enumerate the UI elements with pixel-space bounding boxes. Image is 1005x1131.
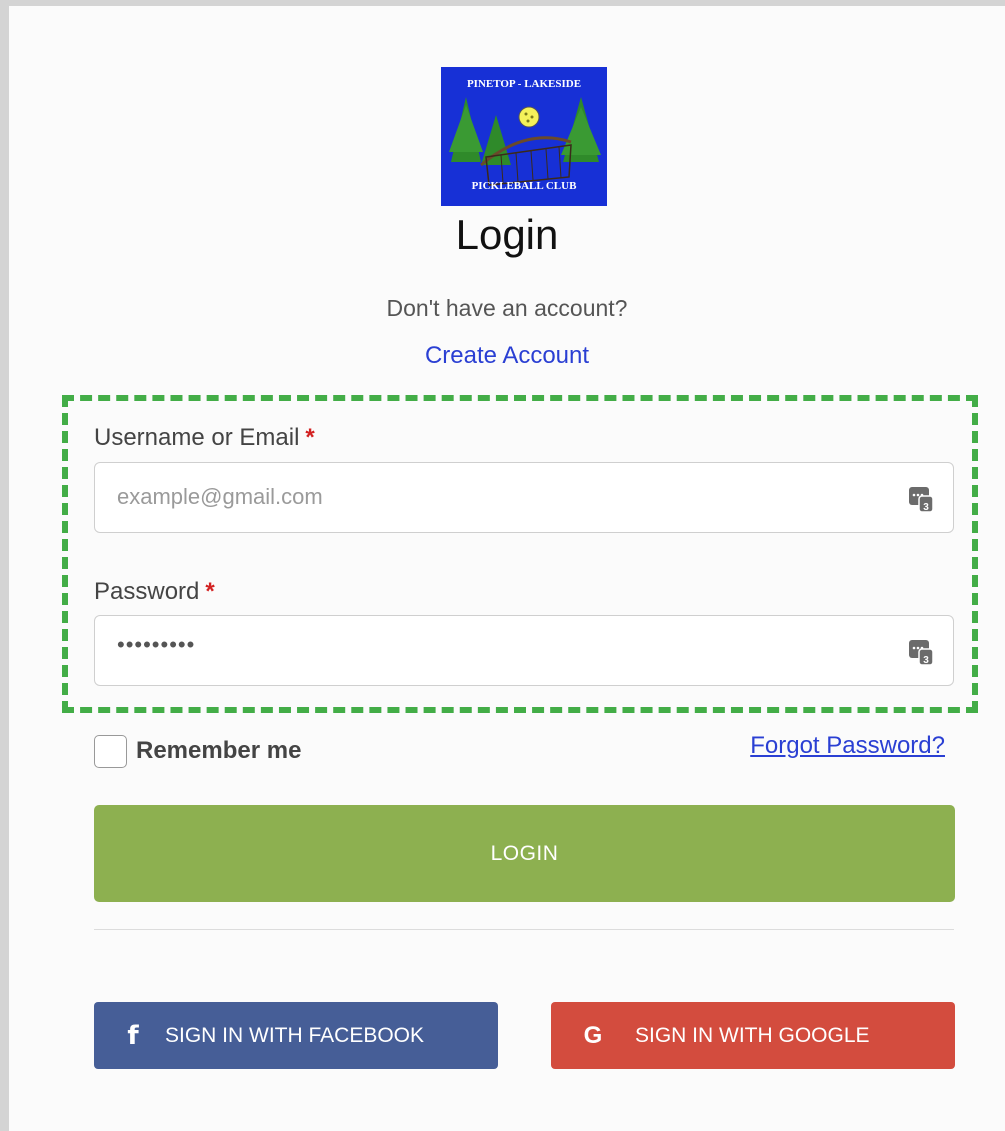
- forgot-password-link[interactable]: Forgot Password?: [750, 732, 945, 760]
- club-logo: PINETOP - LAKESIDE PICKLEBALL CLUB: [441, 67, 607, 206]
- required-asterisk: *: [205, 578, 215, 605]
- no-account-text: Don't have an account?: [386, 295, 628, 321]
- remember-me-label[interactable]: Remember me: [136, 737, 301, 765]
- remember-me-checkbox[interactable]: [94, 735, 127, 768]
- logo-bottom-text: PICKLEBALL CLUB: [472, 180, 577, 192]
- facebook-f-icon: f: [127, 1020, 139, 1051]
- required-asterisk: *: [305, 424, 315, 451]
- google-signin-button[interactable]: G SIGN IN WITH GOOGLE: [551, 1002, 955, 1069]
- username-placeholder: example@gmail.com: [117, 484, 323, 509]
- page-title: Login: [455, 211, 559, 258]
- password-masked-value: •••••••••: [117, 632, 196, 657]
- facebook-signin-button[interactable]: f SIGN IN WITH FACEBOOK: [94, 1002, 498, 1069]
- google-signin-label: SIGN IN WITH GOOGLE: [635, 1023, 870, 1047]
- username-label-text: Username or Email: [94, 424, 300, 451]
- login-page: PINETOP - LAKESIDE PICKLEBALL CLUB Login…: [0, 0, 1005, 1131]
- google-g-icon: G: [583, 1021, 603, 1049]
- pickleball-club-logo-image: PINETOP - LAKESIDE PICKLEBALL CLUB: [441, 67, 607, 206]
- login-button[interactable]: LOGIN: [94, 805, 955, 902]
- password-manager-icon[interactable]: 3: [909, 637, 935, 667]
- facebook-signin-label: SIGN IN WITH FACEBOOK: [165, 1023, 425, 1047]
- username-input[interactable]: example@gmail.com 3: [94, 462, 954, 533]
- logo-top-text: PINETOP - LAKESIDE: [467, 78, 581, 90]
- create-account-link[interactable]: Create Account: [9, 342, 1005, 370]
- password-manager-icon[interactable]: 3: [909, 484, 935, 514]
- svg-text:3: 3: [923, 655, 929, 666]
- svg-text:3: 3: [923, 502, 929, 513]
- username-label: Username or Email *: [94, 424, 315, 452]
- password-input[interactable]: ••••••••• 3: [94, 615, 954, 686]
- password-label: Password *: [94, 578, 215, 606]
- divider: [94, 929, 954, 930]
- password-label-text: Password: [94, 578, 200, 605]
